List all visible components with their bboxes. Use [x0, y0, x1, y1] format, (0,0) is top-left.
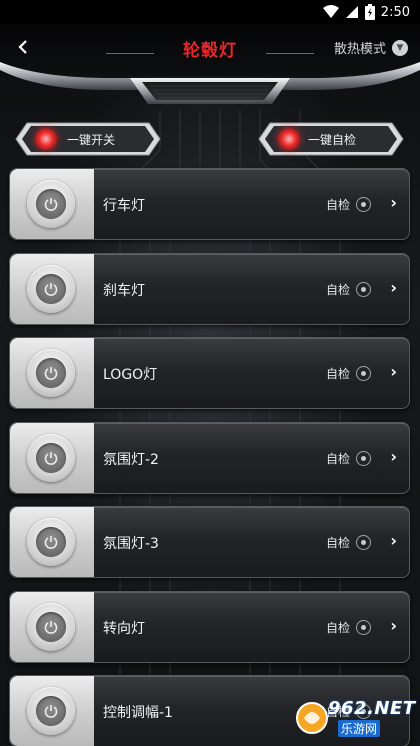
target-icon [356, 197, 371, 212]
power-toggle[interactable] [27, 687, 75, 735]
power-toggle[interactable] [27, 602, 75, 651]
light-name: 控制调幅-1 [103, 705, 173, 721]
self-check-icon [278, 128, 300, 150]
target-icon [356, 619, 371, 635]
chevron-right-icon[interactable]: › [390, 193, 397, 212]
status-bar: 2:50 [0, 0, 420, 24]
power-icon [44, 705, 58, 718]
light-card-ambient-2[interactable]: 氛围灯-2 自检 › [9, 421, 410, 494]
light-name: 氛围灯-2 [103, 451, 159, 468]
power-panel [10, 422, 94, 493]
power-panel [10, 253, 94, 324]
cooling-mode-label: 散热模式 [333, 42, 386, 57]
all-on-off-button[interactable]: 一键开关 [15, 122, 161, 156]
self-check-label: 自检 [325, 620, 350, 635]
power-icon [44, 536, 58, 549]
all-self-check-label: 一键自检 [308, 133, 357, 147]
title-decor-right [266, 53, 314, 54]
chevron-right-icon[interactable]: › [390, 531, 397, 550]
light-name: LOGO灯 [103, 367, 158, 383]
self-check-button[interactable]: 自检 [326, 534, 371, 551]
light-card-driving[interactable]: 行车灯 自检 › [9, 168, 410, 240]
target-icon [356, 366, 371, 381]
self-check-button[interactable]: 自检 [326, 281, 371, 298]
self-check-button[interactable]: 自检 [326, 365, 371, 382]
self-check-label: 自检 [325, 536, 350, 550]
light-name: 氛围灯-3 [103, 536, 159, 552]
watermark-subtitle: 乐游网 [338, 720, 381, 737]
light-name: 转向灯 [103, 620, 145, 637]
header-arc-decoration [0, 62, 420, 104]
power-toggle[interactable] [27, 264, 75, 313]
power-toggle[interactable] [27, 518, 75, 566]
power-icon [44, 367, 58, 380]
wifi-icon [322, 5, 339, 18]
power-toggle[interactable] [27, 433, 75, 482]
power-panel [10, 169, 94, 239]
power-panel [10, 338, 94, 408]
self-check-label: 自检 [325, 367, 350, 381]
self-check-label: 自检 [325, 198, 350, 212]
power-icon [44, 198, 58, 211]
status-time: 2:50 [380, 4, 410, 20]
power-icon [44, 282, 58, 296]
self-check-button[interactable]: 自检 [326, 619, 371, 636]
light-card-ambient-3[interactable]: 氛围灯-3 自检 › [9, 506, 410, 578]
self-check-button[interactable]: 自检 [326, 196, 371, 213]
all-self-check-button[interactable]: 一键自检 [258, 122, 404, 156]
signal-icon [345, 6, 358, 18]
light-name: 刹车灯 [103, 282, 145, 299]
cooling-mode-button[interactable]: 散热模式 ▼ [334, 38, 408, 57]
target-icon [356, 535, 371, 550]
chevron-right-icon[interactable]: › [390, 447, 397, 466]
light-name: 行车灯 [103, 198, 145, 214]
chevron-down-icon: ▼ [392, 39, 408, 56]
self-check-button[interactable]: 自检 [326, 450, 371, 467]
all-on-off-label: 一键开关 [67, 133, 116, 147]
chevron-right-icon[interactable]: › [390, 362, 397, 381]
target-icon [356, 450, 371, 466]
self-check-label: 自检 [325, 451, 350, 466]
battery-icon [364, 4, 375, 20]
chevron-right-icon[interactable]: › [390, 616, 397, 635]
power-panel [10, 591, 94, 662]
power-panel [10, 676, 94, 746]
chevron-right-icon[interactable]: › [390, 278, 397, 297]
power-toggle[interactable] [27, 180, 75, 228]
power-icon [44, 620, 58, 634]
power-icon [44, 451, 58, 465]
power-light-icon [35, 128, 57, 150]
site-watermark: 962.NET 乐游网 [294, 698, 415, 738]
self-check-label: 自检 [325, 282, 350, 297]
light-card-brake[interactable]: 刹车灯 自检 › [9, 252, 410, 325]
light-list: 行车灯 自检 › 刹车灯 自检 › LOGO灯 自检 › 氛围灯-2 自检 › … [9, 168, 410, 746]
light-card-logo[interactable]: LOGO灯 自检 › [9, 337, 410, 409]
watermark-brand: 962.NET [328, 698, 416, 719]
power-toggle[interactable] [27, 349, 75, 397]
power-panel [10, 507, 94, 577]
target-icon [356, 281, 371, 297]
light-card-turn-signal[interactable]: 转向灯 自检 › [9, 590, 410, 663]
